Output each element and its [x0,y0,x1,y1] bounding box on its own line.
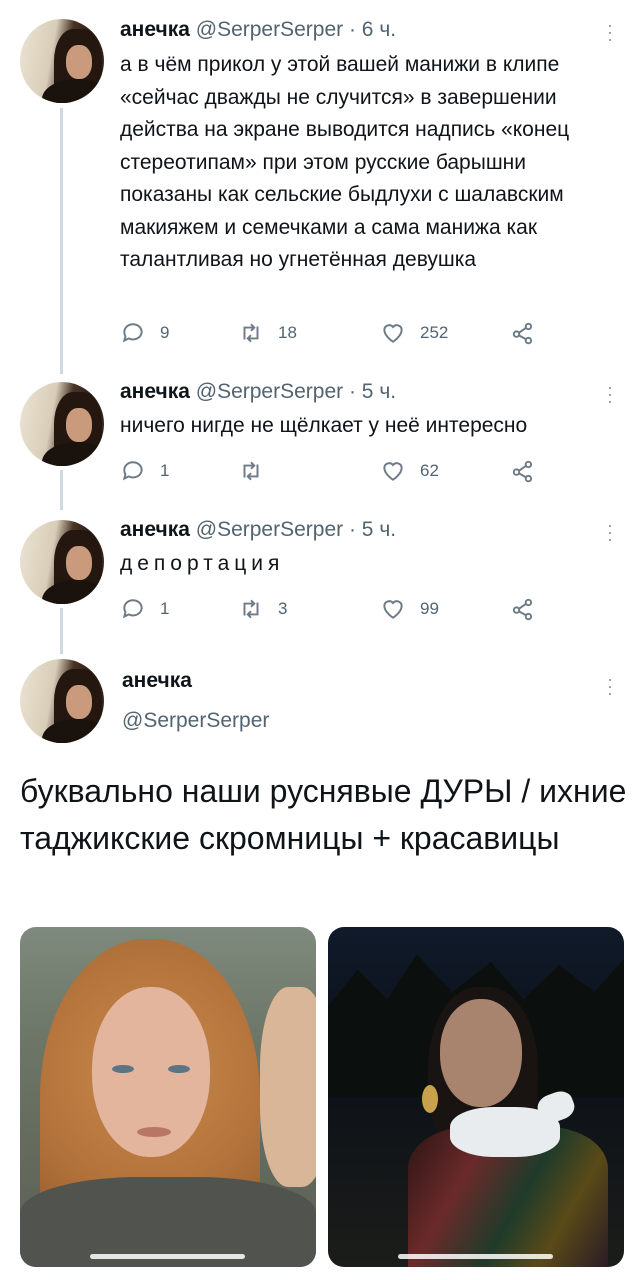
gesture-bar [398,1254,553,1259]
reply-button[interactable]: 9 [120,318,169,348]
tweet-text: ничего нигде не щёлкает у неё интересно [120,414,528,437]
retweet-count: 18 [278,323,297,342]
tweet-time[interactable]: · 5 ч. [349,380,396,403]
retweet-count: 3 [278,599,288,618]
author-name[interactable]: анечка [120,380,190,403]
more-icon[interactable]: · · · [600,516,620,548]
tweet-time[interactable]: · 6 ч. [349,18,396,41]
avatar[interactable] [20,19,104,103]
retweet-button[interactable]: 3 [238,594,287,624]
main-author-handle[interactable]: @SerperSerper [122,709,269,733]
more-icon[interactable]: · · · [600,378,620,410]
tweet-time[interactable]: · 5 ч. [349,518,396,541]
author-name[interactable]: анечка [120,518,190,541]
like-icon [383,462,403,481]
retweet-button[interactable] [238,456,278,486]
share-button[interactable] [510,456,536,486]
main-author-name[interactable]: анечка [122,669,192,693]
like-button[interactable]: 99 [380,594,439,624]
avatar[interactable] [20,382,104,466]
tweet-header: анечка @SerperSerper · 5 ч. [120,518,396,542]
tweet-actions: 9 18 252 [120,318,540,348]
share-icon [512,598,533,621]
main-tweet-text: буквально наши руснявые ДУРЫ / ихние тад… [20,773,627,856]
share-button[interactable] [510,318,536,348]
thread-tweet[interactable]: анечка @SerperSerper · 5 ч. · · · депортац… [0,510,643,650]
reply-button[interactable]: 1 [120,456,169,486]
reply-count: 9 [160,323,170,342]
like-count: 99 [420,599,439,618]
share-icon [512,460,533,483]
avatar[interactable] [20,520,104,604]
main-avatar[interactable] [20,659,104,743]
like-icon [383,600,403,619]
like-button[interactable]: 62 [380,456,439,486]
reply-icon [122,461,143,481]
like-count: 252 [420,323,449,342]
reply-icon [122,323,143,343]
thread-tweet[interactable]: анечка @SerperSerper · 5 ч. · · · ничего н… [0,370,643,510]
reply-count: 1 [160,461,170,480]
author-name[interactable]: анечка [120,18,190,41]
author-handle[interactable]: @SerperSerper [196,380,343,403]
retweet-button[interactable]: 18 [238,318,297,348]
tweet-text: депортация [120,552,285,575]
tweet-header: анечка @SerperSerper · 6 ч. [120,18,396,42]
author-handle[interactable]: @SerperSerper [196,518,343,541]
gesture-bar [90,1254,245,1259]
share-button[interactable] [510,594,536,624]
tweet-header: анечка @SerperSerper · 5 ч. [120,380,396,404]
more-icon[interactable]: · · · [600,16,620,48]
share-icon [512,322,533,345]
media-image-left[interactable] [20,927,316,1267]
like-icon [383,324,403,343]
retweet-icon [243,323,259,343]
media-image-right[interactable] [328,927,624,1267]
reply-count: 1 [160,599,170,618]
author-handle[interactable]: @SerperSerper [196,18,343,41]
reply-icon [122,599,143,619]
like-button[interactable]: 252 [380,318,448,348]
reply-button[interactable]: 1 [120,594,169,624]
tweet-actions: 1 62 [120,456,540,486]
more-icon[interactable]: · · · [600,670,620,702]
tweet-text: а в чём прикол у этой вашей манижи в кли… [120,53,570,271]
like-count: 62 [420,461,439,480]
retweet-icon [243,599,259,619]
retweet-icon [243,461,259,481]
tweet-actions: 1 3 99 [120,594,540,624]
thread-tweet[interactable]: анечка @SerperSerper · 6 ч. · · · а в чём … [0,0,643,370]
